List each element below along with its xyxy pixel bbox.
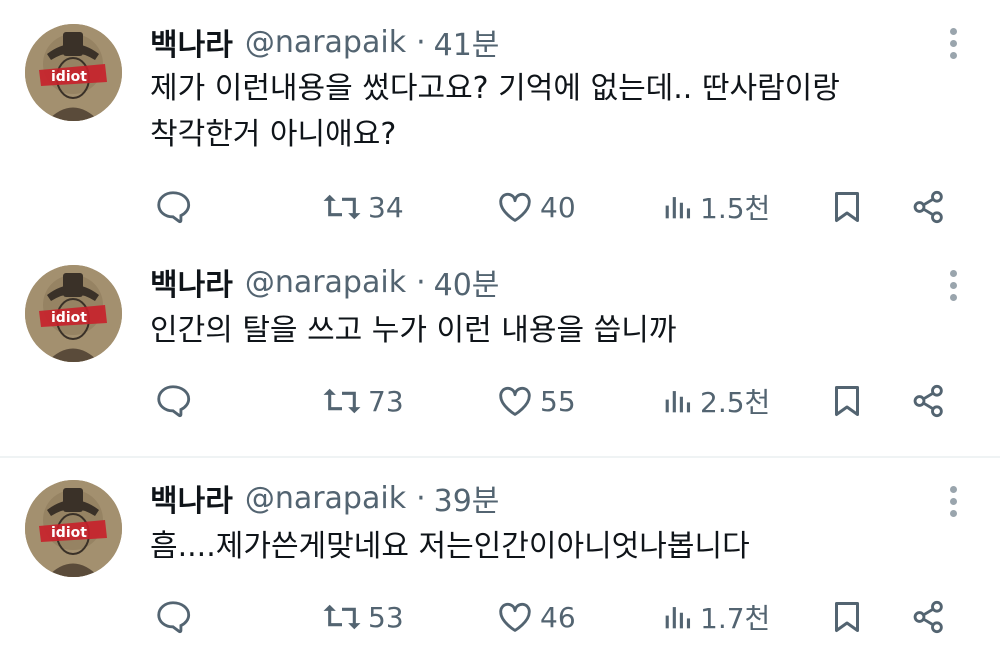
like-button[interactable]: 55 (496, 378, 576, 424)
timestamp[interactable]: 39분 (434, 476, 500, 520)
views-button[interactable]: 1.7천 (660, 594, 770, 640)
like-count: 40 (540, 190, 576, 224)
views-button[interactable]: 2.5천 (660, 378, 770, 424)
like-count: 46 (540, 600, 576, 634)
display-name[interactable]: 백나라 (150, 20, 233, 64)
share-icon (910, 598, 948, 636)
timestamp[interactable]: 40분 (434, 260, 500, 304)
tweet-text-line: 착각한거 아니애요? (150, 117, 397, 152)
retweet-button[interactable]: 73 (322, 378, 404, 424)
action-bar: 53 46 1.7천 (0, 594, 1000, 640)
bookmark-icon (829, 382, 865, 420)
more-icon[interactable] (944, 482, 964, 522)
share-icon (910, 188, 948, 226)
tweet-text-line: 흠....제가쓴게맞네요 저는인간이아니엇나봅니다 (150, 529, 750, 564)
tweet-text: 제가 이런내용을 썼다고요? 기억에 없는데.. 딴사람이랑 착각한거 아니애요… (150, 66, 960, 158)
reply-icon (154, 598, 192, 636)
views-icon (660, 188, 694, 226)
display-name[interactable]: 백나라 (150, 260, 233, 304)
retweet-icon (322, 598, 362, 636)
avatar[interactable]: idiot (25, 480, 122, 577)
views-count: 1.5천 (700, 192, 771, 225)
reply-icon (154, 188, 192, 226)
share-icon (910, 382, 948, 420)
tweet-text: 흠....제가쓴게맞네요 저는인간이아니엇나봅니다 (150, 524, 960, 570)
share-button[interactable] (910, 184, 948, 230)
views-button[interactable]: 1.5천 (660, 184, 770, 230)
avatar-label: idiot (51, 69, 87, 85)
more-icon[interactable] (944, 266, 964, 306)
tweet[interactable]: idiot 백나라 @narapaik · 41분 제가 이런내용을 썼다고요?… (0, 0, 1000, 250)
more-icon[interactable] (944, 24, 964, 64)
reply-button[interactable] (154, 184, 192, 230)
reply-button[interactable] (154, 378, 192, 424)
like-count: 55 (540, 384, 576, 418)
separator: · (416, 24, 426, 60)
user-handle[interactable]: @narapaik (245, 265, 406, 300)
tweet[interactable]: idiot 백나라 @narapaik · 39분 흠....제가쓴게맞네요 저… (0, 458, 1000, 654)
share-button[interactable] (910, 378, 948, 424)
like-icon (496, 382, 534, 420)
avatar[interactable]: idiot (25, 265, 122, 362)
avatar[interactable]: idiot (25, 24, 122, 121)
tweet-text-line: 인간의 탈을 쓰고 누가 이런 내용을 씁니까 (150, 313, 677, 348)
reply-button[interactable] (154, 594, 192, 640)
retweet-count: 53 (368, 600, 404, 634)
share-button[interactable] (910, 594, 948, 640)
bookmark-icon (829, 598, 865, 636)
like-button[interactable]: 40 (496, 184, 576, 230)
reply-icon (154, 382, 192, 420)
bookmark-button[interactable] (829, 594, 865, 640)
avatar-label: idiot (51, 310, 87, 326)
retweet-count: 73 (368, 384, 404, 418)
bookmark-button[interactable] (829, 184, 865, 230)
like-icon (496, 598, 534, 636)
action-bar: 34 40 1.5천 (0, 184, 1000, 230)
tweet-header: 백나라 @narapaik · 40분 (150, 260, 500, 304)
separator: · (416, 264, 426, 300)
retweet-icon (322, 188, 362, 226)
retweet-button[interactable]: 53 (322, 594, 404, 640)
tweet-header: 백나라 @narapaik · 39분 (150, 476, 500, 520)
views-count: 2.5천 (700, 386, 771, 419)
like-button[interactable]: 46 (496, 594, 576, 640)
retweet-icon (322, 382, 362, 420)
views-count: 1.7천 (700, 602, 771, 635)
views-icon (660, 598, 694, 636)
tweet-text: 인간의 탈을 쓰고 누가 이런 내용을 씁니까 (150, 308, 960, 354)
display-name[interactable]: 백나라 (150, 476, 233, 520)
action-bar: 73 55 2.5천 (0, 378, 1000, 424)
user-handle[interactable]: @narapaik (245, 25, 406, 60)
tweet-header: 백나라 @narapaik · 41분 (150, 20, 500, 64)
avatar-label: idiot (51, 525, 87, 541)
views-icon (660, 382, 694, 420)
bookmark-button[interactable] (829, 378, 865, 424)
like-icon (496, 188, 534, 226)
tweet[interactable]: idiot 백나라 @narapaik · 40분 인간의 탈을 쓰고 누가 이… (0, 250, 1000, 456)
timestamp[interactable]: 41분 (434, 20, 500, 64)
user-handle[interactable]: @narapaik (245, 481, 406, 516)
bookmark-icon (829, 188, 865, 226)
tweet-text-line: 제가 이런내용을 썼다고요? 기억에 없는데.. 딴사람이랑 (150, 71, 840, 106)
retweet-count: 34 (368, 190, 404, 224)
separator: · (416, 480, 426, 516)
retweet-button[interactable]: 34 (322, 184, 404, 230)
